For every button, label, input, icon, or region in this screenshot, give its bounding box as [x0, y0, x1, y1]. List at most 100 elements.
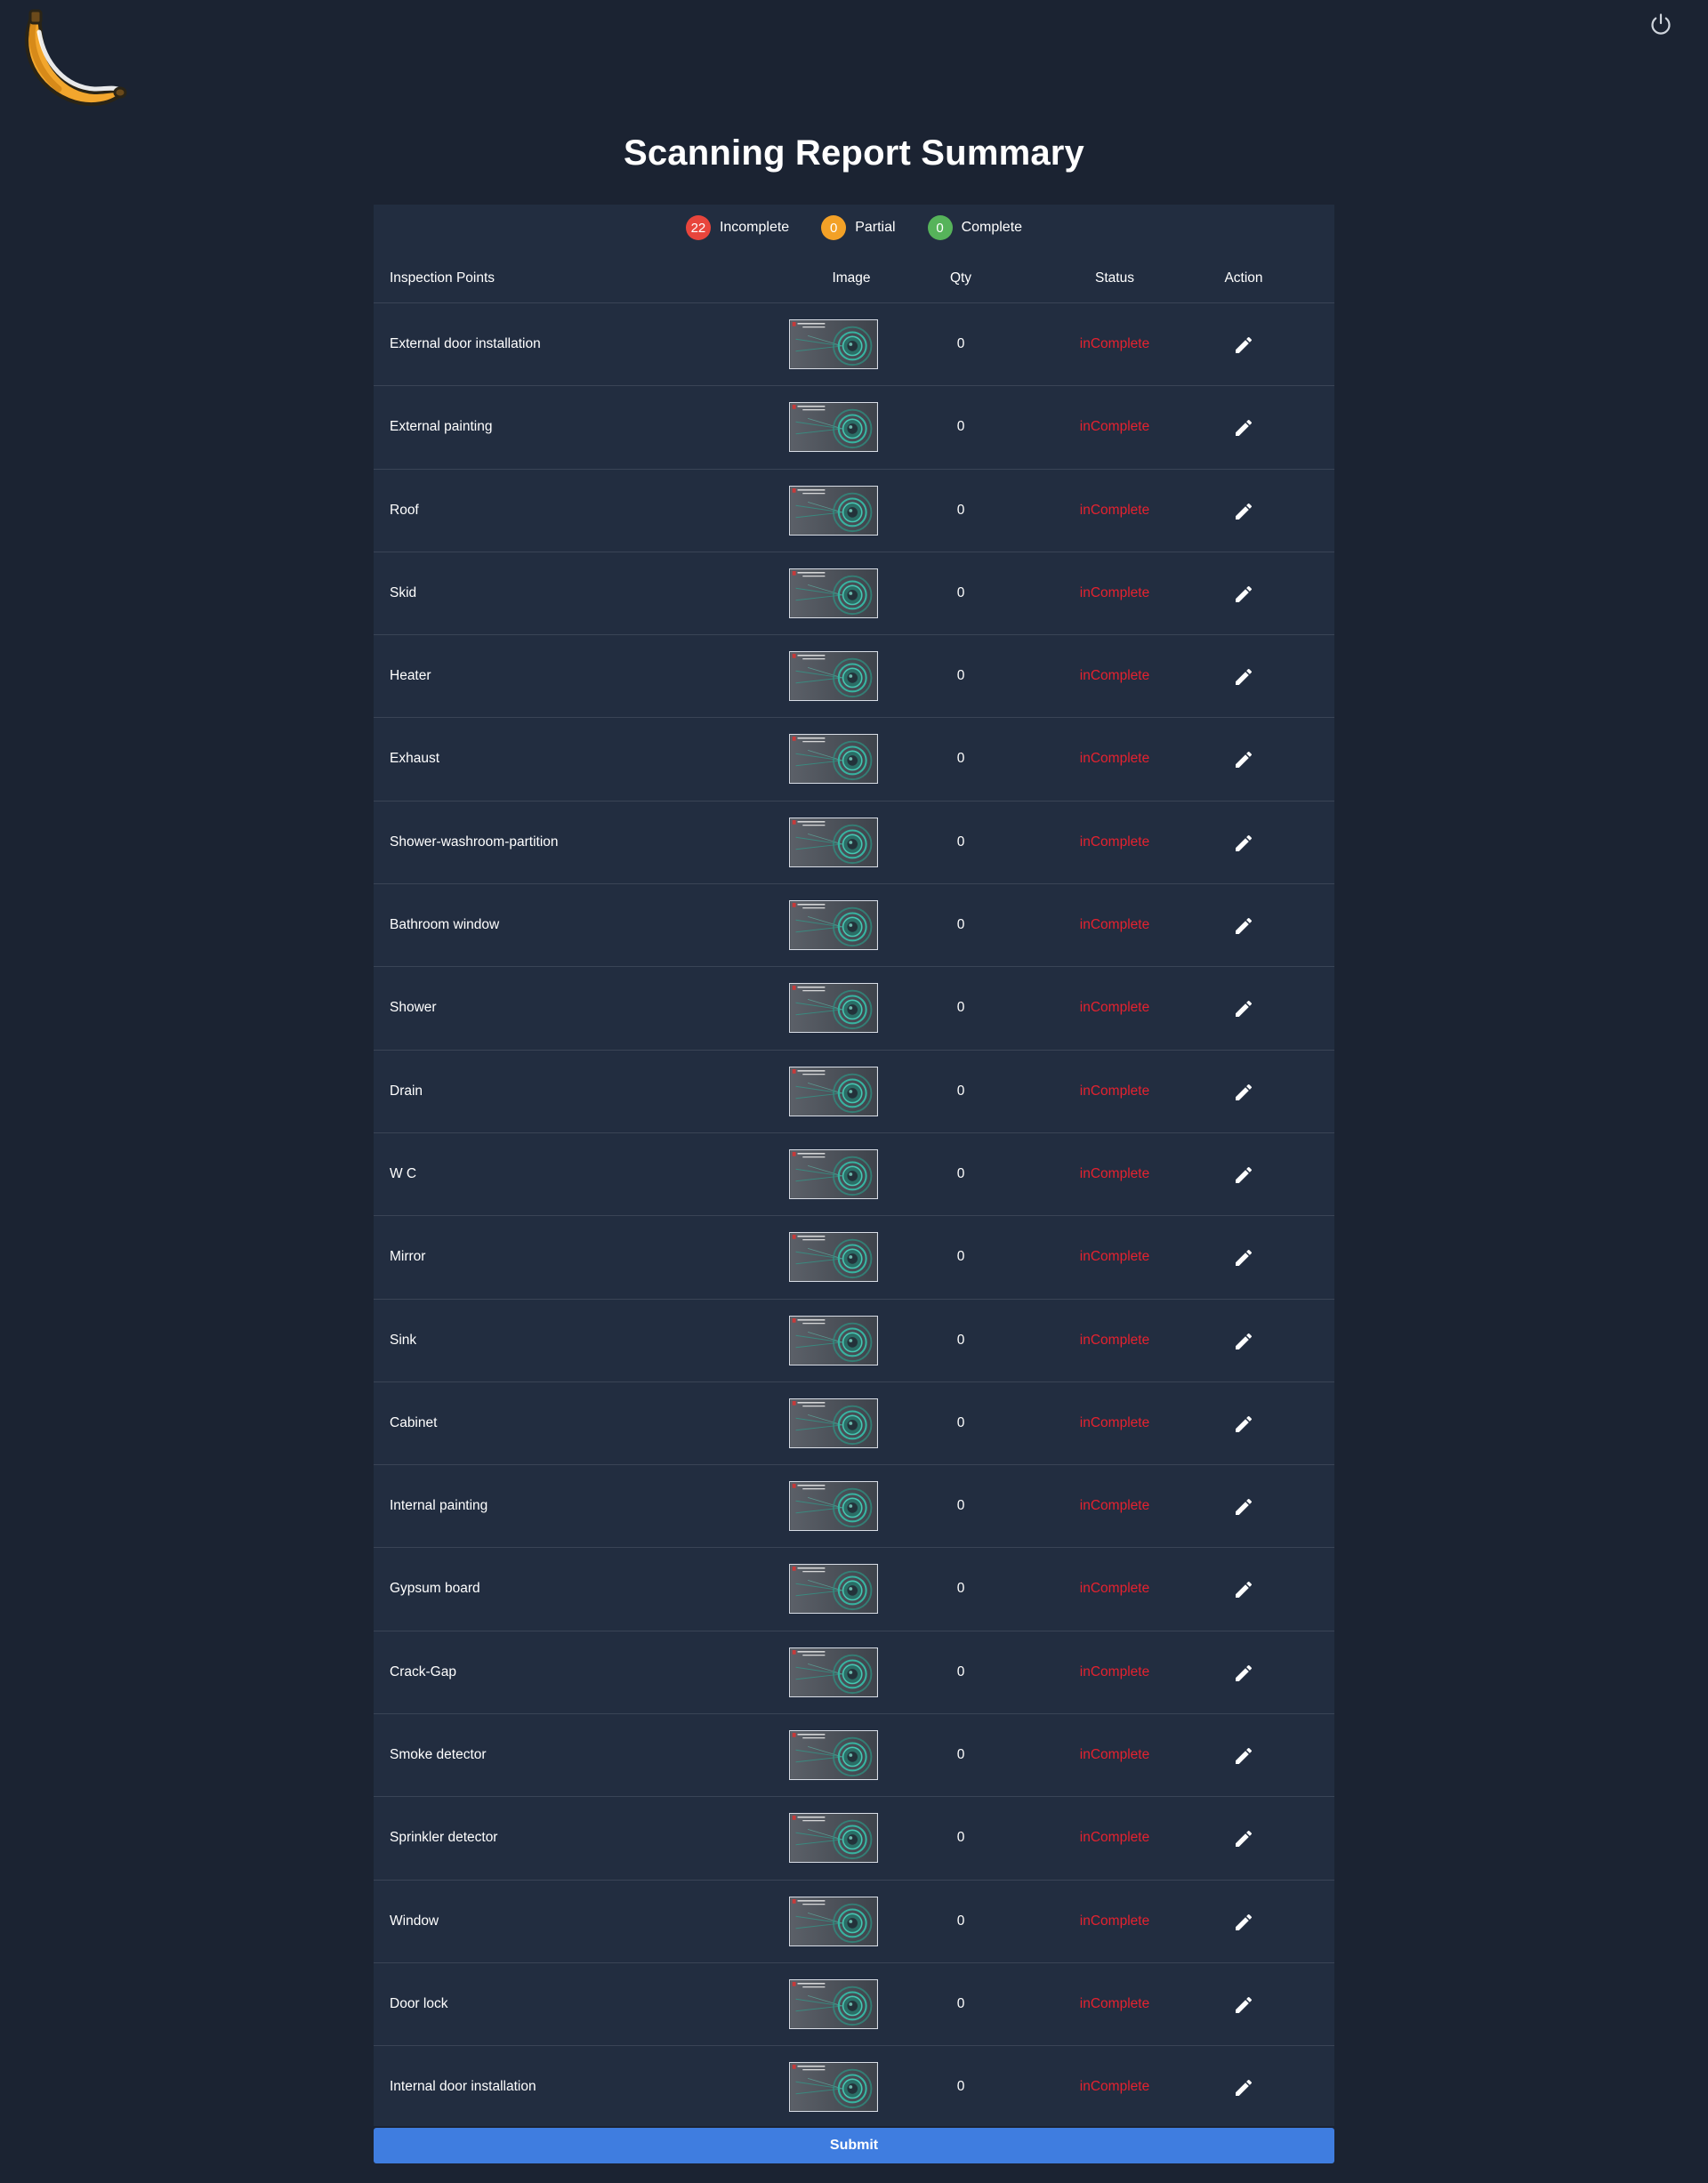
inspection-image[interactable]: [789, 1148, 878, 1199]
inspection-image[interactable]: [789, 734, 878, 785]
inspection-qty: 0: [956, 1913, 965, 1929]
inspection-image[interactable]: [789, 1066, 878, 1116]
inspection-image[interactable]: [789, 1978, 878, 2029]
pencil-edit-icon[interactable]: [1233, 1828, 1254, 1849]
pencil-edit-icon[interactable]: [1233, 666, 1254, 688]
inspection-status: inComplete: [1079, 834, 1150, 850]
table-row: Skid 0 inComplete: [374, 552, 1334, 636]
pencil-edit-icon[interactable]: [1233, 1745, 1254, 1767]
scan-placeholder-thumbnail: [790, 568, 877, 617]
inspection-image[interactable]: [789, 485, 878, 536]
pencil-edit-icon[interactable]: [1233, 1579, 1254, 1600]
pencil-edit-icon[interactable]: [1233, 501, 1254, 522]
inspection-status: inComplete: [1079, 2079, 1150, 2095]
inspection-image[interactable]: [789, 402, 878, 453]
inspection-qty: 0: [956, 502, 965, 518]
inspection-point-name: Exhaust: [390, 751, 440, 767]
inspection-status: inComplete: [1079, 1581, 1150, 1597]
inspection-status: inComplete: [1079, 1913, 1150, 1929]
inspection-image[interactable]: [789, 817, 878, 867]
pencil-edit-icon[interactable]: [1233, 1164, 1254, 1186]
table-row: Internal door installation 0 inComplete: [374, 2046, 1334, 2128]
legend-complete-label: Complete: [961, 220, 1023, 235]
inspection-image[interactable]: [789, 1481, 878, 1532]
inspection-point-name: Roof: [390, 502, 419, 518]
pencil-edit-icon[interactable]: [1233, 1912, 1254, 1933]
inspection-qty: 0: [956, 1581, 965, 1597]
pencil-edit-icon[interactable]: [1233, 1994, 1254, 2016]
inspection-image[interactable]: [789, 900, 878, 951]
scanning-report-page: Scanning Report Summary 22 Incomplete 0 …: [0, 0, 1708, 2183]
scan-placeholder-thumbnail: [790, 1647, 877, 1696]
pencil-edit-icon[interactable]: [1233, 1082, 1254, 1103]
inspection-point-name: External door installation: [390, 336, 541, 351]
inspection-point-name: Smoke detector: [390, 1747, 487, 1763]
inspection-point-name: Heater: [390, 668, 431, 684]
header-action: Action: [1224, 270, 1263, 286]
table-row: Window 0 inComplete: [374, 1881, 1334, 1963]
inspection-point-name: Door lock: [390, 1995, 448, 2011]
pencil-edit-icon[interactable]: [1233, 1663, 1254, 1684]
inspection-qty: 0: [956, 1165, 965, 1181]
inspection-image[interactable]: [789, 319, 878, 369]
table-row: Internal painting 0 inComplete: [374, 1465, 1334, 1549]
scan-placeholder-thumbnail: [790, 320, 877, 368]
pencil-edit-icon[interactable]: [1233, 334, 1254, 356]
pencil-edit-icon[interactable]: [1233, 749, 1254, 770]
inspection-image[interactable]: [789, 651, 878, 702]
pencil-edit-icon[interactable]: [1233, 833, 1254, 854]
pencil-edit-icon[interactable]: [1233, 1496, 1254, 1518]
inspection-point-name: Gypsum board: [390, 1581, 480, 1597]
pencil-edit-icon[interactable]: [1233, 2077, 1254, 2098]
scan-placeholder-thumbnail: [790, 1897, 877, 1945]
scan-placeholder-thumbnail: [790, 403, 877, 452]
scan-placeholder-thumbnail: [790, 1979, 877, 2028]
pencil-edit-icon[interactable]: [1233, 1414, 1254, 1435]
table-row: Sink 0 inComplete: [374, 1300, 1334, 1382]
inspection-image[interactable]: [789, 1730, 878, 1781]
pencil-edit-icon[interactable]: [1233, 417, 1254, 439]
inspection-image[interactable]: [789, 568, 878, 618]
inspection-point-name: Sink: [390, 1332, 417, 1348]
power-icon[interactable]: [1648, 12, 1673, 36]
inspection-image[interactable]: [789, 1232, 878, 1283]
pencil-edit-icon[interactable]: [1233, 915, 1254, 937]
inspection-qty: 0: [956, 1830, 965, 1846]
inspection-status: inComplete: [1079, 1830, 1150, 1846]
table-row: Smoke detector 0 inComplete: [374, 1714, 1334, 1798]
inspection-point-name: Cabinet: [390, 1414, 438, 1430]
inspection-image[interactable]: [789, 1647, 878, 1697]
inspection-image[interactable]: [789, 1315, 878, 1365]
scan-placeholder-thumbnail: [790, 1067, 877, 1116]
pencil-edit-icon[interactable]: [1233, 584, 1254, 605]
table-row: Mirror 0 inComplete: [374, 1216, 1334, 1300]
header-image: Image: [832, 270, 871, 286]
page-title: Scanning Report Summary: [623, 133, 1085, 173]
table-row: Roof 0 inComplete: [374, 470, 1334, 552]
inspection-point-name: Bathroom window: [390, 917, 500, 933]
table-row: Shower 0 inComplete: [374, 967, 1334, 1051]
inspection-status: inComplete: [1079, 1663, 1150, 1680]
inspection-qty: 0: [956, 2079, 965, 2095]
pencil-edit-icon[interactable]: [1233, 1247, 1254, 1269]
pencil-edit-icon[interactable]: [1233, 998, 1254, 1019]
inspection-qty: 0: [956, 751, 965, 767]
inspection-point-name: W C: [390, 1165, 417, 1181]
inspection-point-name: Sprinkler detector: [390, 1830, 498, 1846]
header-qty: Qty: [949, 270, 972, 286]
submit-button[interactable]: Submit: [374, 2128, 1334, 2163]
inspection-image[interactable]: [789, 1896, 878, 1946]
inspection-image[interactable]: [789, 1813, 878, 1864]
legend-incomplete-label: Incomplete: [719, 220, 790, 235]
inspection-image[interactable]: [789, 1398, 878, 1448]
table-row: External door installation 0 inComplete: [374, 303, 1334, 387]
inspection-image[interactable]: [789, 1564, 878, 1615]
status-legend: 22 Incomplete 0 Partial 0 Complete: [374, 212, 1334, 244]
inspection-qty: 0: [956, 1249, 965, 1265]
pencil-edit-icon[interactable]: [1233, 1331, 1254, 1352]
inspection-image[interactable]: [789, 2062, 878, 2113]
inspection-qty: 0: [956, 1663, 965, 1680]
inspection-image[interactable]: [789, 983, 878, 1034]
header-status: Status: [1095, 270, 1134, 286]
inspection-qty: 0: [956, 584, 965, 600]
